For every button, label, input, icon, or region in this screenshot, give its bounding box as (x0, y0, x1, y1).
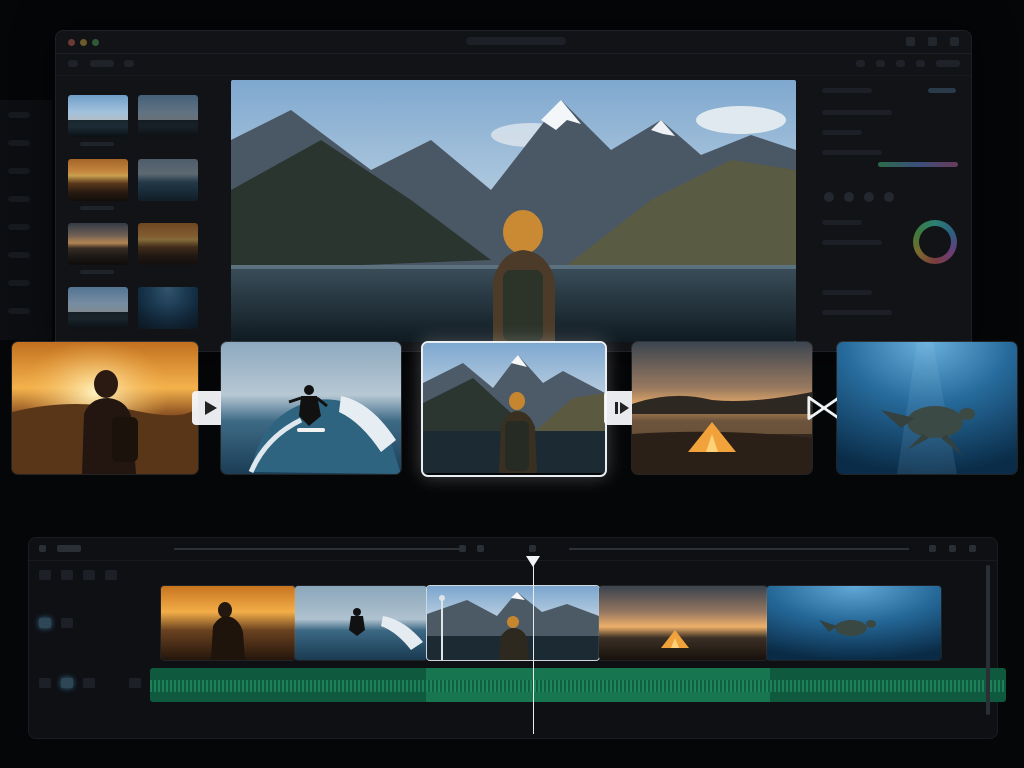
clip-thumbnail (632, 342, 812, 474)
preview-frame-image (231, 80, 796, 342)
track-visibility-icon[interactable] (39, 618, 51, 628)
media-thumbnail[interactable] (68, 287, 128, 329)
skip-forward-icon (615, 402, 629, 414)
clip-thumbnail (423, 343, 605, 473)
timeline-zoom-track[interactable] (569, 548, 909, 550)
control-knob[interactable] (824, 192, 834, 202)
media-thumbnail[interactable] (68, 223, 128, 265)
preview-viewer[interactable] (231, 80, 796, 342)
timeline-clip-thumbnail (599, 586, 767, 660)
audio-track[interactable] (150, 668, 1006, 702)
maximize-window-button[interactable] (92, 39, 99, 46)
toolbar-icon[interactable] (916, 60, 925, 67)
toolbar-icon[interactable] (896, 60, 905, 67)
window-icon[interactable] (928, 37, 937, 46)
media-thumbnail[interactable] (138, 159, 198, 201)
track-control-icon[interactable] (39, 570, 51, 580)
control-knob[interactable] (844, 192, 854, 202)
timeline-icon[interactable] (477, 545, 484, 552)
clip-tent-sunset[interactable] (631, 341, 813, 475)
track-control-icon[interactable] (83, 570, 95, 580)
inspector-row[interactable] (822, 220, 862, 225)
timeline-icon[interactable] (929, 545, 936, 552)
toolbar-icon[interactable] (856, 60, 865, 67)
media-caption (80, 142, 114, 146)
window-titlebar (56, 31, 971, 54)
timeline-icon[interactable] (57, 545, 81, 552)
editor-toolbar (56, 53, 971, 76)
minimize-window-button[interactable] (80, 39, 87, 46)
inspector-panel (818, 80, 966, 340)
window-icon[interactable] (950, 37, 959, 46)
left-dim-panel (0, 100, 52, 340)
audio-mute-icon[interactable] (61, 678, 73, 688)
control-knob[interactable] (864, 192, 874, 202)
window-icon[interactable] (906, 37, 915, 46)
timeline-clip-thumbnail (427, 586, 599, 660)
window-title (466, 37, 566, 45)
playhead-line[interactable] (533, 556, 534, 734)
media-thumbnail[interactable] (68, 95, 128, 137)
close-window-button[interactable] (68, 39, 75, 46)
audio-track-icon[interactable] (39, 678, 51, 688)
timeline-icon[interactable] (459, 545, 466, 552)
timeline-clip-thumbnail (161, 586, 295, 660)
media-thumbnail[interactable] (138, 95, 198, 137)
timeline-clip-mountain-lake-hiker[interactable] (426, 585, 600, 661)
media-thumbnail[interactable] (138, 223, 198, 265)
clip-mountain-lake-hiker[interactable] (421, 341, 607, 477)
toolbar-item[interactable] (936, 60, 960, 67)
timeline-clip-thumbnail (295, 586, 427, 660)
inspector-row[interactable] (822, 310, 892, 315)
media-thumbnail[interactable] (138, 287, 198, 329)
timeline-icon[interactable] (529, 545, 536, 552)
timeline-scrubber[interactable] (174, 548, 464, 550)
media-browser (66, 95, 206, 340)
toolbar-icon[interactable] (876, 60, 885, 67)
media-caption (80, 206, 114, 210)
timeline-scrollbar[interactable] (986, 565, 990, 715)
toolbar-icon[interactable] (68, 60, 78, 67)
track-control-icon[interactable] (61, 570, 73, 580)
clip-sea-turtle[interactable] (836, 341, 1018, 475)
toolbar-icon[interactable] (124, 60, 134, 67)
inspector-row[interactable] (928, 88, 956, 93)
clip-surfer-wave[interactable] (220, 341, 402, 475)
clip-thumbnail (837, 342, 1017, 474)
playhead-handle[interactable] (526, 556, 540, 567)
control-knob[interactable] (884, 192, 894, 202)
timeline-icon[interactable] (949, 545, 956, 552)
inspector-row[interactable] (822, 240, 882, 245)
track-control-icon[interactable] (105, 570, 117, 580)
timeline-clip-sea-turtle[interactable] (766, 585, 942, 661)
inspector-row[interactable] (822, 150, 882, 155)
timeline-clip-surfer-wave[interactable] (294, 585, 428, 661)
timeline-ruler (29, 538, 997, 561)
color-wheel[interactable] (913, 220, 957, 264)
clip-sunset-hiker[interactable] (11, 341, 199, 475)
timeline-icon[interactable] (969, 545, 976, 552)
media-caption (80, 270, 114, 274)
toolbar-item[interactable] (90, 60, 114, 67)
inspector-row[interactable] (822, 88, 872, 93)
track-lock-icon[interactable] (61, 618, 73, 628)
audio-track-icon[interactable] (129, 678, 141, 688)
audio-waveform (150, 680, 1006, 692)
clip-thumbnail (221, 342, 401, 474)
color-slider[interactable] (878, 162, 958, 167)
clip-thumbnail (12, 342, 198, 474)
audio-solo-icon[interactable] (83, 678, 95, 688)
timeline-icon[interactable] (39, 545, 46, 552)
inspector-row[interactable] (822, 110, 892, 115)
timeline-clip-thumbnail (767, 586, 941, 660)
timeline-clip-sunset-hiker[interactable] (160, 585, 296, 661)
inspector-row[interactable] (822, 130, 862, 135)
timeline-clip-tent-sunset[interactable] (598, 585, 768, 661)
play-icon (205, 401, 217, 415)
media-thumbnail[interactable] (68, 159, 128, 201)
inspector-row[interactable] (822, 290, 872, 295)
